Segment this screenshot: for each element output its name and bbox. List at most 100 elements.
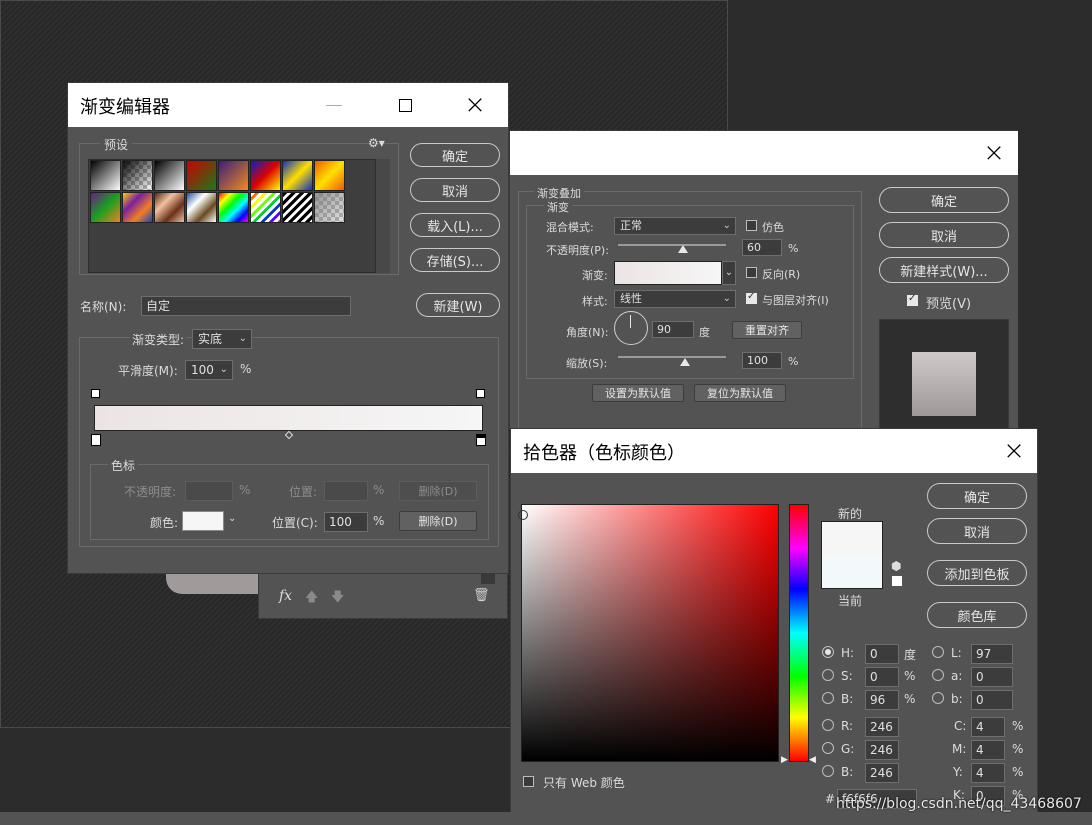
preset-blue-yellow-blue[interactable]: [282, 160, 313, 191]
add-to-swatches-button[interactable]: 添加到色板: [927, 560, 1027, 586]
style-select[interactable]: 线性 ⌄: [614, 290, 736, 308]
brightness-input[interactable]: 96: [865, 690, 899, 710]
cancel-button[interactable]: 取消: [410, 178, 500, 202]
red-radio[interactable]: [822, 719, 834, 731]
a-input[interactable]: 0: [971, 667, 1013, 687]
angle-dial[interactable]: [614, 311, 648, 345]
preview-checkbox[interactable]: [907, 293, 918, 306]
gradient-preview-swatch[interactable]: [614, 261, 722, 285]
close-button[interactable]: ×: [971, 131, 1017, 175]
stop-opacity-input[interactable]: [185, 481, 233, 501]
preset-custom[interactable]: [314, 192, 345, 223]
ok-button[interactable]: 确定: [410, 143, 500, 167]
preset-orange-yellow-orange[interactable]: [314, 160, 345, 191]
preset-fg-bg[interactable]: [90, 160, 121, 191]
a-radio[interactable]: [932, 669, 944, 681]
reset-default-button[interactable]: 复位为默认值: [694, 384, 786, 402]
maximize-button[interactable]: [382, 83, 428, 127]
opacity-input[interactable]: 60: [742, 239, 782, 256]
preset-fg-transparent[interactable]: [122, 160, 153, 191]
saturation-brightness-field[interactable]: [518, 504, 779, 762]
close-button[interactable]: ×: [452, 83, 498, 127]
preset-black-white[interactable]: [154, 160, 185, 191]
hue-slider[interactable]: [789, 504, 809, 762]
scale-slider-thumb[interactable]: [679, 358, 690, 366]
red-input[interactable]: 246: [865, 717, 899, 737]
cyan-input[interactable]: 4: [971, 717, 1005, 737]
smooth-select[interactable]: 100 ⌄: [185, 360, 233, 380]
preset-blue-red-yellow[interactable]: [250, 160, 281, 191]
blue-radio[interactable]: [822, 765, 834, 777]
load-button[interactable]: 载入(L)...: [410, 213, 500, 237]
brightness-radio[interactable]: [822, 692, 834, 704]
stop-color-swatch[interactable]: [182, 511, 224, 531]
cube-icon[interactable]: ⬢: [891, 559, 901, 573]
color-stop-right[interactable]: [476, 434, 486, 446]
b-lab-input[interactable]: 0: [971, 690, 1013, 710]
minimize-button[interactable]: [312, 83, 356, 127]
reverse-checkbox[interactable]: [746, 267, 757, 278]
opacity-slider-thumb[interactable]: [677, 245, 688, 253]
magenta-input[interactable]: 4: [971, 740, 1005, 760]
new-style-button[interactable]: 新建样式(W)...: [879, 257, 1009, 283]
close-button[interactable]: ×: [991, 429, 1037, 473]
reset-align-button[interactable]: 重置对齐: [732, 321, 802, 339]
trash-icon[interactable]: 🗑: [473, 588, 490, 603]
color-stop-left[interactable]: [91, 434, 101, 446]
gradient-editor-titlebar[interactable]: 渐变编辑器 ×: [68, 83, 508, 127]
preset-spectrum[interactable]: [218, 192, 249, 223]
align-with-layer-checkbox[interactable]: [746, 291, 757, 304]
preset-scrollbar[interactable]: [376, 159, 390, 273]
delete-opacity-stop-button[interactable]: 删除(D): [399, 481, 477, 501]
angle-input[interactable]: 90: [652, 321, 694, 338]
save-button[interactable]: 存储(S)...: [410, 248, 500, 272]
saturation-input[interactable]: 0: [865, 667, 899, 687]
yellow-input[interactable]: 4: [971, 763, 1005, 783]
green-input[interactable]: 246: [865, 740, 899, 760]
hue-radio[interactable]: [822, 646, 834, 658]
hue-pointer-left[interactable]: ▶: [781, 755, 788, 765]
scale-input[interactable]: 100: [742, 352, 782, 369]
preset-violet-green-orange[interactable]: [90, 192, 121, 223]
delete-color-stop-button[interactable]: 删除(D): [399, 511, 477, 531]
type-select[interactable]: 实底 ⌄: [192, 329, 252, 349]
websafe-swatch[interactable]: [891, 575, 903, 587]
ok-button[interactable]: 确定: [879, 187, 1009, 213]
color-picker-titlebar[interactable]: 拾色器（色标颜色） ×: [511, 429, 1037, 473]
layer-style-titlebar[interactable]: ×: [510, 131, 1018, 175]
move-up-icon[interactable]: 🡅: [305, 588, 318, 610]
gradient-dropdown[interactable]: ⌄: [722, 261, 736, 285]
preset-violet-orange[interactable]: [218, 160, 249, 191]
ok-button[interactable]: 确定: [927, 483, 1027, 509]
name-input[interactable]: 自定: [141, 296, 351, 316]
preset-red-green[interactable]: [186, 160, 217, 191]
scale-slider-track[interactable]: [618, 356, 726, 358]
opacity-slider-track[interactable]: [618, 244, 726, 246]
lightness-input[interactable]: 97: [971, 644, 1013, 664]
new-gradient-button[interactable]: 新建(W): [416, 293, 500, 317]
blend-mode-select[interactable]: 正常 ⌄: [614, 217, 736, 235]
gear-icon[interactable]: ⚙▾: [368, 136, 385, 150]
stop-position-input[interactable]: [324, 481, 368, 501]
b-lab-radio[interactable]: [932, 692, 944, 704]
preset-yellow-violet-orange-blue[interactable]: [122, 192, 153, 223]
set-default-button[interactable]: 设置为默认值: [592, 384, 684, 402]
preset-chrome[interactable]: [186, 192, 217, 223]
saturation-radio[interactable]: [822, 669, 834, 681]
stop-position-c-input[interactable]: 100: [324, 512, 368, 532]
move-down-icon[interactable]: 🡇: [331, 588, 344, 610]
opacity-stop-right[interactable]: [476, 389, 485, 398]
lightness-radio[interactable]: [932, 646, 944, 658]
preset-copper[interactable]: [154, 192, 185, 223]
cancel-button[interactable]: 取消: [927, 518, 1027, 544]
blue-input[interactable]: 246: [865, 763, 899, 783]
current-color-swatch[interactable]: [821, 555, 883, 589]
color-libraries-button[interactable]: 颜色库: [927, 602, 1027, 628]
preset-transparent-rainbow[interactable]: [250, 192, 281, 223]
green-radio[interactable]: [822, 742, 834, 754]
hue-input[interactable]: 0: [865, 644, 899, 664]
preset-transparent-stripes[interactable]: [282, 192, 313, 223]
fx-icon[interactable]: fx: [279, 588, 292, 604]
color-cursor[interactable]: [518, 510, 528, 520]
gradient-bar[interactable]: [94, 405, 483, 431]
